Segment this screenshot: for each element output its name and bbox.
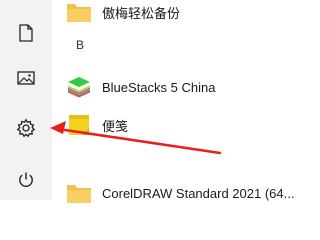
folder-icon [67, 4, 91, 22]
list-item-aomei-backup[interactable]: 傲梅轻松备份 [52, 0, 300, 29]
settings-button[interactable] [10, 113, 42, 143]
document-icon [19, 24, 33, 42]
list-item-coreldraw[interactable]: CorelDRAW Standard 2021 (64... [52, 176, 300, 210]
power-icon [19, 172, 33, 187]
settings-icon [16, 118, 36, 138]
documents-button[interactable] [10, 18, 42, 48]
list-item-sticky-notes[interactable]: 便笺 [52, 108, 300, 142]
sticky-notes-icon [69, 115, 89, 135]
start-menu-rail [0, 0, 52, 200]
bluestacks-icon [68, 77, 90, 98]
list-item-label: CorelDRAW Standard 2021 (64... [102, 185, 295, 201]
pictures-icon [17, 71, 35, 85]
power-button[interactable] [10, 165, 42, 195]
folder-icon [67, 185, 91, 203]
list-item-bluestacks[interactable]: BlueStacks 5 China [52, 70, 300, 104]
list-item-label: BlueStacks 5 China [102, 79, 216, 95]
app-list: 傲梅轻松备份 B BlueStacks 5 China 便笺 CorelDRAW… [52, 0, 300, 203]
section-header-b[interactable]: B [76, 38, 84, 52]
list-item-label: 傲梅轻松备份 [102, 5, 181, 21]
list-item-label: 便笺 [102, 118, 129, 134]
pictures-button[interactable] [10, 63, 42, 93]
